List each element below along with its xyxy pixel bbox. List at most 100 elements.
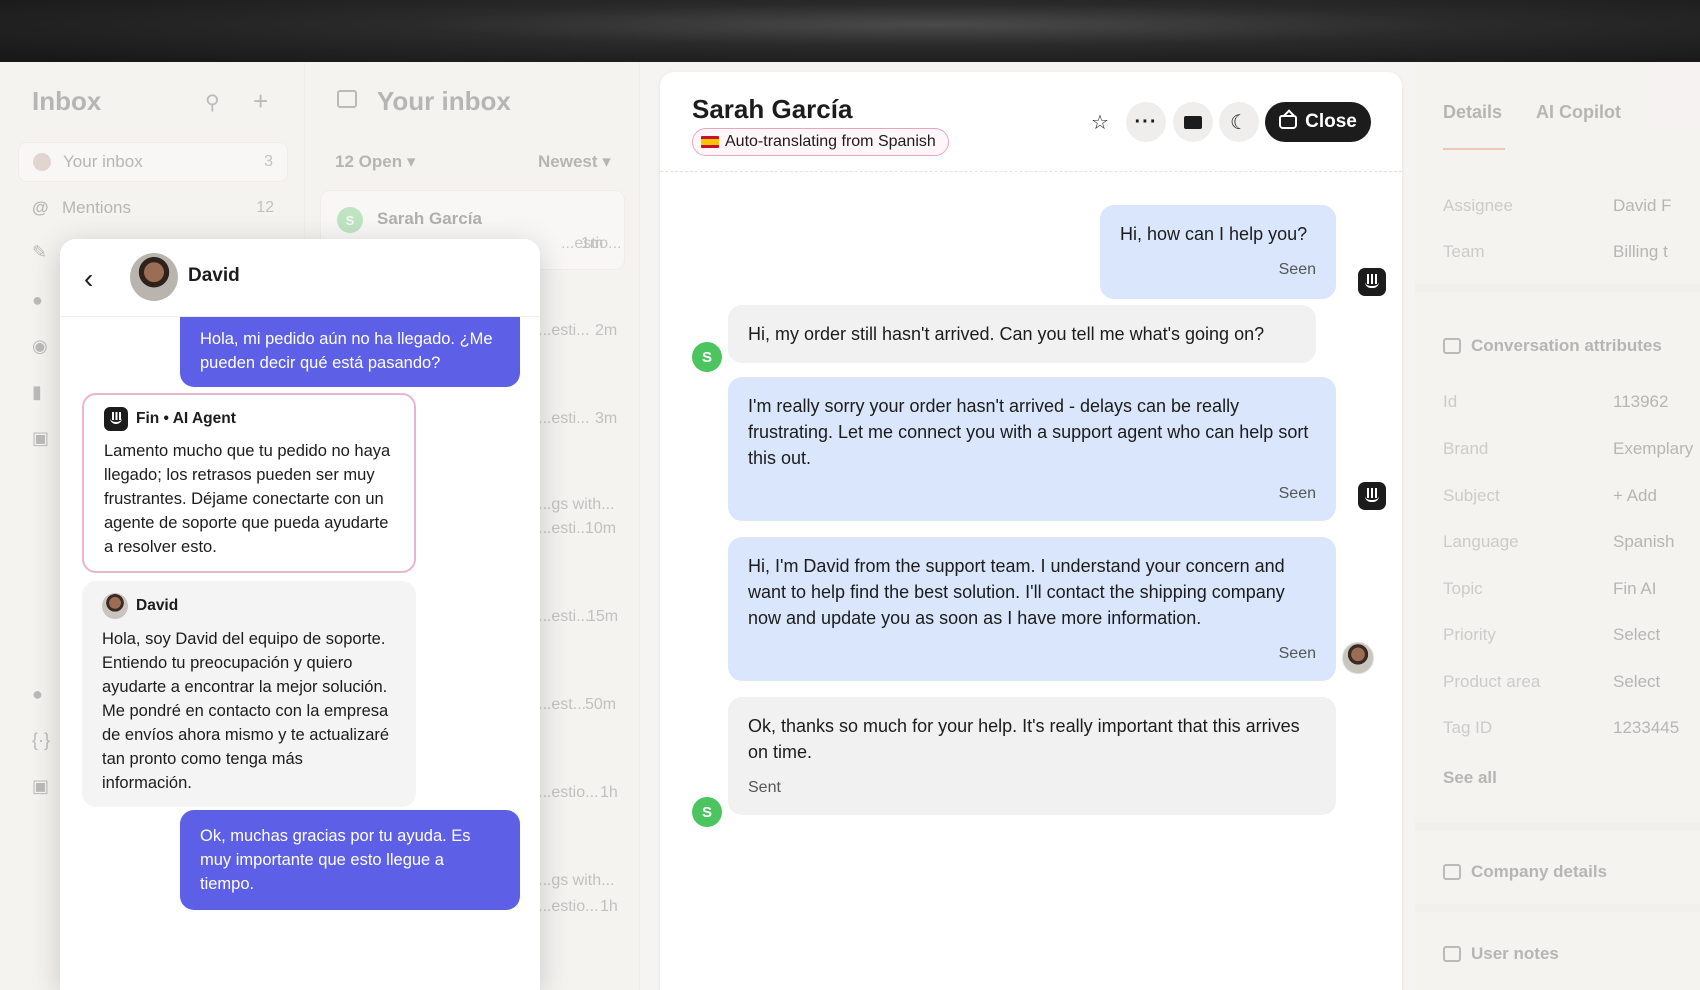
conversation-attributes-header[interactable]: Conversation attributes bbox=[1443, 336, 1662, 356]
attribute-value[interactable]: Select bbox=[1613, 672, 1660, 692]
open-filter-dropdown[interactable]: 12 Open ▾ bbox=[335, 152, 415, 172]
code-icon[interactable]: {·} bbox=[32, 730, 54, 752]
message-status: Seen bbox=[1278, 645, 1316, 662]
attribute-label: Subject bbox=[1443, 486, 1500, 505]
tab-ai-copilot[interactable]: AI Copilot bbox=[1536, 102, 1621, 123]
message-status: Sent bbox=[748, 779, 781, 796]
message-text: Ok, thanks so much for your help. It's r… bbox=[748, 716, 1300, 762]
customer-avatar: S bbox=[692, 342, 722, 372]
conversation-panel: Sarah García Auto-translating from Spani… bbox=[660, 72, 1402, 990]
message-text: Hola, soy David del equipo de soporte. E… bbox=[102, 630, 390, 792]
attribute-value[interactable]: Select bbox=[1613, 625, 1660, 645]
message-text: I'm really sorry your order hasn't arriv… bbox=[748, 396, 1309, 468]
conversation-time: 1h bbox=[600, 898, 618, 915]
agent-avatar bbox=[102, 593, 128, 619]
conversation-time: 1m bbox=[581, 235, 604, 252]
back-button[interactable]: ‹ bbox=[84, 263, 93, 295]
sidebar-item-your-inbox[interactable]: Your inbox 3 bbox=[18, 142, 288, 182]
contact-name: Sarah García bbox=[692, 94, 853, 124]
sidebar-item-mentions[interactable]: @ Mentions 12 bbox=[18, 188, 288, 228]
bot-icon[interactable]: ◉ bbox=[32, 336, 54, 358]
customer-avatar: S bbox=[692, 797, 722, 827]
message-bubble: Hi, how can I help you? Seen bbox=[1100, 205, 1336, 299]
sidebar-item-count: 12 bbox=[256, 199, 274, 216]
ticket-icon bbox=[1184, 115, 1202, 129]
agent-avatar bbox=[1342, 642, 1374, 674]
background-photo bbox=[0, 0, 1700, 62]
chevron-left-icon: ‹ bbox=[84, 263, 94, 294]
conversation-snippet: ...est... bbox=[538, 696, 587, 713]
tab-details[interactable]: Details bbox=[1443, 102, 1502, 123]
conversation-snippet: ...esti... bbox=[538, 410, 590, 427]
message-text: Hola, mi pedido aún no ha llegado. ¿Me p… bbox=[200, 330, 493, 372]
translation-badge-label: Auto-translating from Spanish bbox=[725, 133, 936, 150]
conversation-time: 15m bbox=[587, 608, 619, 625]
assignee-label: Assignee bbox=[1443, 196, 1513, 215]
attribute-value[interactable]: Exemplary bbox=[1613, 439, 1693, 459]
team-icon[interactable]: ● bbox=[32, 290, 54, 312]
message-text: Ok, muchas gracias por tu ayuda. Es muy … bbox=[200, 827, 471, 893]
inbox-close-icon bbox=[1279, 115, 1298, 129]
fin-agent-icon bbox=[1358, 482, 1386, 510]
conversation-time: 3m bbox=[595, 410, 618, 427]
plus-icon[interactable]: + bbox=[253, 86, 268, 117]
attribute-value[interactable]: + Add bbox=[1613, 486, 1657, 506]
spain-flag-icon bbox=[701, 136, 719, 148]
attribute-label: Tag ID bbox=[1443, 718, 1493, 737]
message-text: Lamento mucho que tu pedido no haya lleg… bbox=[104, 442, 391, 556]
chart-icon[interactable]: ▮ bbox=[32, 382, 54, 404]
panel-toggle-icon[interactable] bbox=[337, 90, 357, 108]
inbox-icon[interactable]: ▣ bbox=[32, 428, 54, 450]
intercom-icon[interactable]: ▣ bbox=[32, 776, 54, 798]
conversation-snippet: ...estio... bbox=[538, 784, 599, 801]
user-notes-header[interactable]: User notes bbox=[1443, 944, 1559, 964]
moon-icon: ☾ bbox=[1230, 111, 1248, 134]
company-details-header[interactable]: Company details bbox=[1443, 862, 1607, 882]
message-sender: Fin • AI Agent bbox=[104, 407, 394, 431]
close-conversation-button[interactable]: Close bbox=[1265, 102, 1371, 142]
attribute-value: 113962 bbox=[1613, 392, 1669, 411]
fin-agent-icon bbox=[104, 407, 128, 431]
star-button[interactable]: ☆ bbox=[1080, 102, 1120, 142]
customer-avatar: S bbox=[337, 207, 363, 233]
message-bubble: Hi, my order still hasn't arrived. Can y… bbox=[728, 305, 1316, 363]
note-icon bbox=[1443, 946, 1461, 962]
section-divider bbox=[1415, 822, 1700, 830]
messenger-widget: ‹ David Hola, mi pedido aún no ha llegad… bbox=[60, 239, 540, 990]
message-text: Hi, I'm David from the support team. I u… bbox=[748, 556, 1285, 628]
conversation-time: 2m bbox=[595, 322, 618, 339]
assignee-value[interactable]: David F bbox=[1613, 196, 1672, 216]
section-divider bbox=[1415, 904, 1700, 912]
attribute-label: Priority bbox=[1443, 625, 1496, 644]
conversation-time: 10m bbox=[585, 520, 617, 537]
close-button-label: Close bbox=[1305, 111, 1357, 132]
sidebar-title: Inbox bbox=[32, 86, 102, 116]
conversation-name: Sarah García bbox=[377, 209, 482, 228]
more-options-button[interactable]: ··· bbox=[1126, 102, 1166, 142]
attribute-value[interactable]: Spanish bbox=[1613, 532, 1674, 552]
messenger-message: David Hola, soy David del equipo de sopo… bbox=[82, 581, 416, 807]
snooze-button[interactable]: ☾ bbox=[1219, 102, 1259, 142]
active-tab-indicator bbox=[1443, 148, 1505, 150]
details-panel: Details AI Copilot Assignee David F Team… bbox=[1415, 62, 1700, 990]
sort-dropdown[interactable]: Newest ▾ bbox=[538, 152, 611, 172]
contacts-icon[interactable]: ● bbox=[32, 684, 54, 706]
team-value[interactable]: Billing t bbox=[1613, 242, 1668, 262]
conversation-snippet: ...estio... bbox=[538, 898, 599, 915]
avatar bbox=[33, 153, 51, 171]
pen-icon[interactable]: ✎ bbox=[32, 242, 54, 264]
attribute-label: Product area bbox=[1443, 672, 1541, 691]
conversation-snippet: ...gs with... bbox=[538, 496, 615, 513]
agent-avatar bbox=[130, 253, 178, 301]
building-icon bbox=[1443, 864, 1461, 880]
star-icon: ☆ bbox=[1091, 111, 1109, 134]
attribute-value[interactable]: Fin AI bbox=[1613, 579, 1656, 599]
translation-badge[interactable]: Auto-translating from Spanish bbox=[692, 128, 949, 156]
ticket-button[interactable] bbox=[1173, 102, 1213, 142]
conversation-snippet: ...esti... bbox=[538, 520, 590, 537]
attribute-label: Language bbox=[1443, 532, 1519, 551]
message-text: Hi, how can I help you? bbox=[1120, 224, 1308, 244]
search-icon[interactable]: ⚲ bbox=[205, 90, 220, 115]
see-all-link[interactable]: See all bbox=[1443, 768, 1497, 788]
at-icon: @ bbox=[32, 198, 49, 217]
